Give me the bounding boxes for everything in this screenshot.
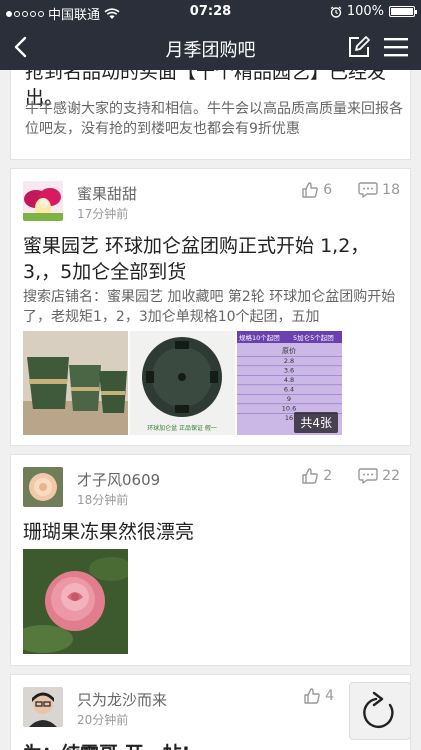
refresh-icon xyxy=(363,691,394,728)
post-image[interactable]: 环球加仑盆 正品保证 假一 xyxy=(130,331,235,435)
price-table-header: 规格10个起团 xyxy=(239,333,280,342)
post-time: 18分钟前 xyxy=(77,493,129,507)
more-images-badge[interactable]: 共4张 xyxy=(294,412,338,433)
post-image[interactable] xyxy=(23,331,128,435)
comment-count-value: 18 xyxy=(382,182,400,198)
post-title[interactable]: 珊瑚果冻果然很漂亮 xyxy=(23,519,194,545)
post-card[interactable]: 才子风0609 18分钟前 2 22 珊瑚果冻果然很漂亮 xyxy=(10,454,411,666)
post-excerpt: 搜索店铺名：蜜果园艺 加收藏吧 第2轮 环球加仑盆团购开始了，老规矩1，2，3加… xyxy=(23,289,396,325)
post-stats: 2 22 xyxy=(301,467,400,485)
post-title[interactable]: 为：纯露哥 开一帖! xyxy=(23,741,190,750)
post-card[interactable]: 抢到名品动的买面【十个精品园艺】已经发出。 牛牛感谢大家的支持和相信。牛牛会以高… xyxy=(10,70,411,160)
avatar-person-image xyxy=(23,687,63,727)
avatar[interactable] xyxy=(23,687,63,727)
pots-photo xyxy=(23,331,128,435)
menu-icon[interactable] xyxy=(383,36,409,58)
price-value: 6.4 xyxy=(284,386,294,394)
post-images: 环球加仑盆 正品保证 假一 规格10个起团 5加仑5个起团 原价 2.8 3.6 4… xyxy=(23,331,342,435)
post-card[interactable]: 蜜果甜甜 17分钟前 6 18 蜜果园艺 环球加仑盆团购正式开始 1,2，3,，… xyxy=(10,168,411,446)
price-value: 2.8 xyxy=(284,357,294,365)
post-time: 17分钟前 xyxy=(77,207,129,221)
post-author[interactable]: 蜜果甜甜 xyxy=(77,183,137,204)
post-image[interactable] xyxy=(23,549,128,654)
battery-fill xyxy=(391,8,413,15)
price-table-column: 原价 xyxy=(282,347,296,355)
like-count[interactable]: 6 xyxy=(301,181,332,199)
comment-icon xyxy=(358,468,378,484)
avatar[interactable] xyxy=(23,181,63,221)
battery-percent: 100% xyxy=(346,4,384,19)
comment-icon xyxy=(358,182,378,198)
like-count[interactable]: 2 xyxy=(301,467,332,485)
post-excerpt: 牛牛感谢大家的支持和相信。牛牛会以高品质高质量来回报各位吧友，没有抢的到楼吧友也… xyxy=(25,101,403,137)
price-value: 4.8 xyxy=(284,376,294,384)
refresh-button[interactable] xyxy=(349,682,411,740)
alarm-icon xyxy=(330,5,342,18)
battery-icon xyxy=(389,6,417,17)
avatar[interactable] xyxy=(23,467,63,507)
like-count-value: 6 xyxy=(323,182,333,198)
like-count[interactable]: 4 xyxy=(303,687,334,705)
comment-count[interactable]: 22 xyxy=(358,467,400,485)
price-value: 3.6 xyxy=(284,367,294,375)
post-author[interactable]: 只为龙沙而来 xyxy=(77,689,167,710)
like-count-value: 2 xyxy=(323,468,333,484)
compose-icon[interactable] xyxy=(347,35,371,59)
price-value: 16 xyxy=(285,414,293,422)
status-bar: 中国联通 07:28 100% xyxy=(0,0,421,24)
pot-bottom-photo: 环球加仑盆 正品保证 假一 xyxy=(130,331,235,435)
post-author[interactable]: 才子风0609 xyxy=(77,469,160,490)
avatar-rose-image xyxy=(23,467,63,507)
nav-bar: 月季团购吧 xyxy=(0,24,421,70)
thumbs-up-icon xyxy=(304,688,320,704)
comment-count[interactable]: 18 xyxy=(358,181,400,199)
post-time: 20分钟前 xyxy=(77,713,129,727)
avatar-flower-image xyxy=(23,181,63,221)
post-image[interactable]: 规格10个起团 5加仑5个起团 原价 2.8 3.6 4.8 6.4 9 10.6 16 共… xyxy=(237,331,342,435)
thumbs-up-icon xyxy=(302,182,319,198)
price-value: 9 xyxy=(287,395,291,403)
image-caption: 环球加仑盆 正品保证 假一 xyxy=(147,424,217,432)
thumbs-up-icon xyxy=(302,468,319,484)
status-right: 100% xyxy=(330,4,417,19)
post-stats: 6 18 xyxy=(301,181,400,199)
post-list[interactable]: 抢到名品动的买面【十个精品园艺】已经发出。 牛牛感谢大家的支持和相信。牛牛会以高… xyxy=(0,70,421,750)
post-title[interactable]: 蜜果园艺 环球加仑盆团购正式开始 1,2，3,，5加仑全部到货 xyxy=(23,233,403,285)
comment-count-value: 22 xyxy=(382,468,400,484)
like-count-value: 4 xyxy=(325,688,334,704)
rose-photo xyxy=(23,549,128,654)
price-table-header: 5加仑5个起团 xyxy=(293,333,334,342)
